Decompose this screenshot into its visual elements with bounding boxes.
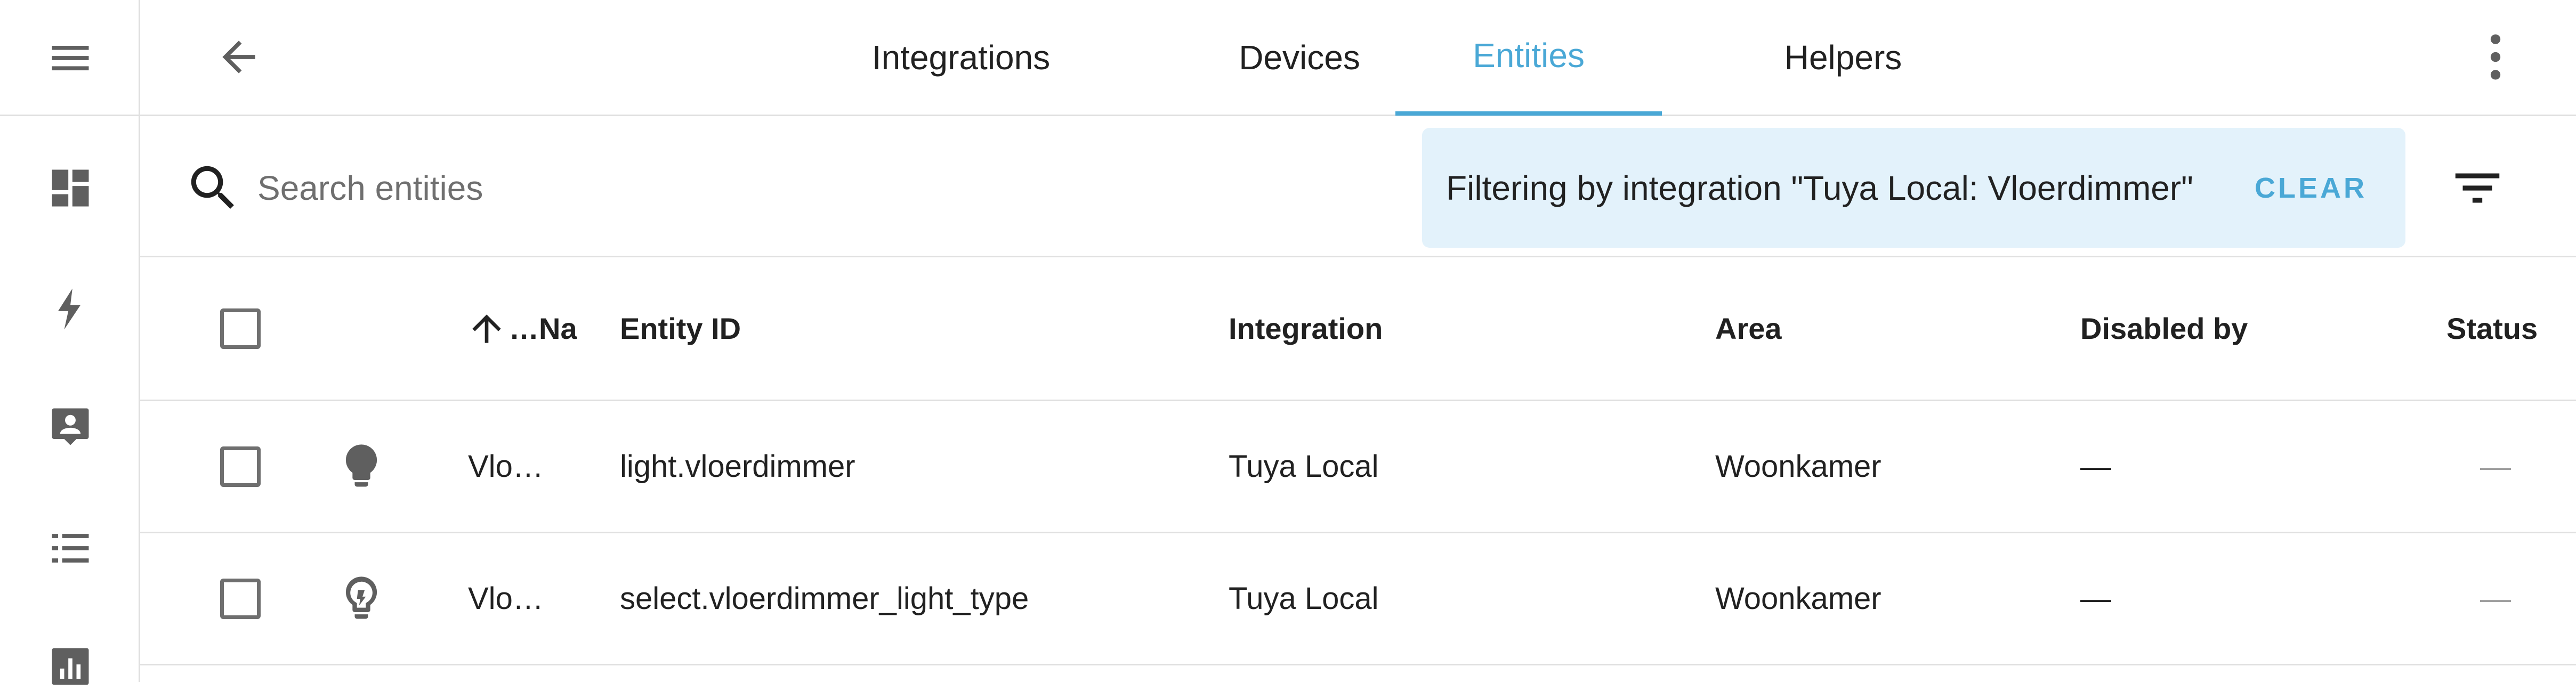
column-header-entity-id[interactable]: Entity ID (620, 257, 741, 400)
select-all-checkbox[interactable] (220, 308, 261, 349)
search-toolbar: Filtering by integration "Tuya Local: Vl… (140, 116, 2576, 257)
entity-name: Vlo… (468, 581, 544, 616)
entity-status: — (2480, 449, 2511, 484)
sidebar (0, 0, 140, 685)
tab-helpers[interactable]: Helpers (1745, 0, 1942, 115)
history-icon[interactable] (46, 642, 95, 691)
table-header-row: …Na Entity ID Integration Area Disabled … (140, 257, 2576, 401)
column-header-label: …Na (509, 312, 577, 345)
lightbulb-outline-icon (335, 572, 388, 625)
row-checkbox[interactable] (220, 578, 261, 619)
entity-integration: Tuya Local (1229, 449, 1379, 484)
entity-disabled-by: — (2080, 581, 2111, 616)
search-input[interactable] (257, 153, 1270, 223)
arrow-left-icon (222, 40, 255, 74)
tab-devices[interactable]: Devices (1206, 0, 1393, 115)
active-tab-indicator (1395, 111, 1662, 116)
active-filter-chip: Filtering by integration "Tuya Local: Vl… (1422, 128, 2405, 248)
tab-entities[interactable]: Entities (1395, 0, 1662, 116)
account-box-icon[interactable] (46, 402, 95, 451)
column-header-integration[interactable]: Integration (1229, 257, 1383, 400)
tab-label: Helpers (1784, 38, 1902, 77)
energy-icon[interactable] (46, 284, 95, 334)
entity-id: select.vloerdimmer_light_type (620, 581, 1029, 616)
search-icon (184, 159, 243, 217)
entity-id: light.vloerdimmer (620, 449, 855, 484)
column-header-name[interactable]: …Na (465, 257, 577, 400)
tab-integrations[interactable]: Integrations (844, 0, 1078, 115)
top-app-bar: Integrations Devices Entities Helpers (140, 0, 2576, 116)
arrow-up-icon (465, 307, 508, 350)
column-header-area[interactable]: Area (1715, 257, 1782, 400)
column-header-disabled-by[interactable]: Disabled by (2080, 257, 2248, 400)
tab-label: Entities (1473, 36, 1585, 75)
dots-vertical-icon (2490, 34, 2501, 80)
filter-text: Filtering by integration "Tuya Local: Vl… (1446, 168, 2193, 207)
column-header-status[interactable]: Status (2446, 257, 2538, 400)
entity-integration: Tuya Local (1229, 581, 1379, 616)
overflow-menu-button[interactable] (2471, 22, 2520, 92)
tab-label: Devices (1239, 38, 1360, 77)
back-button[interactable] (204, 22, 273, 92)
entity-area: Woonkamer (1715, 581, 1881, 616)
lightbulb-icon (335, 440, 388, 493)
entity-area: Woonkamer (1715, 449, 1881, 484)
filter-icon[interactable] (2448, 159, 2507, 217)
logbook-icon[interactable] (46, 524, 95, 573)
entity-name: Vlo… (468, 449, 544, 484)
sidebar-menu-row (0, 0, 140, 116)
dashboard-icon[interactable] (46, 164, 95, 213)
table-row[interactable]: Vlo… light.vloerdimmer Tuya Local Woonka… (140, 401, 2576, 533)
row-checkbox[interactable] (220, 446, 261, 487)
entities-table: …Na Entity ID Integration Area Disabled … (140, 257, 2576, 665)
entity-status: — (2480, 581, 2511, 616)
clear-filter-button[interactable]: CLEAR (2255, 128, 2367, 248)
menu-icon[interactable] (46, 34, 95, 83)
entity-disabled-by: — (2080, 449, 2111, 484)
tab-label: Integrations (871, 38, 1051, 77)
table-row[interactable]: Vlo… select.vloerdimmer_light_type Tuya … (140, 533, 2576, 665)
